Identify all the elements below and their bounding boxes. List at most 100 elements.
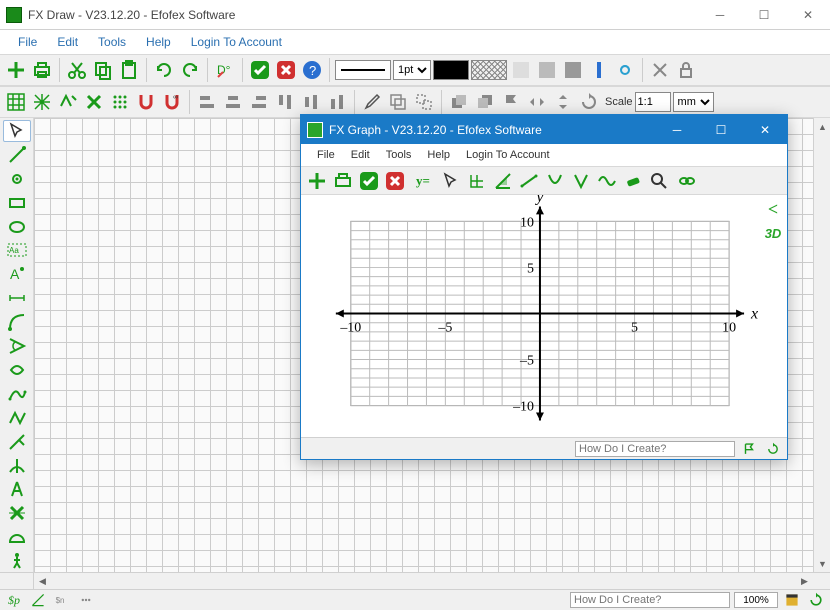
delete-x-icon[interactable] xyxy=(82,90,106,114)
child-accept-icon[interactable] xyxy=(357,169,381,193)
h-scroll-left[interactable]: ◀ xyxy=(34,573,51,590)
paste-icon[interactable] xyxy=(117,58,141,82)
compass-tool[interactable] xyxy=(3,478,31,500)
parabola-icon[interactable] xyxy=(543,169,567,193)
circle-tool[interactable] xyxy=(3,216,31,238)
brush-icon[interactable] xyxy=(360,90,384,114)
alpha1-icon[interactable] xyxy=(509,58,533,82)
child-search-input[interactable] xyxy=(575,441,735,457)
undo-icon[interactable] xyxy=(152,58,176,82)
link-icon[interactable] xyxy=(613,58,637,82)
arc-tool[interactable] xyxy=(3,311,31,333)
menu-file[interactable]: File xyxy=(8,32,47,52)
help-icon[interactable]: ? xyxy=(300,58,324,82)
child-menu-help[interactable]: Help xyxy=(419,147,458,163)
menu-tools[interactable]: Tools xyxy=(88,32,136,52)
magnet-inf-icon[interactable]: ∞ xyxy=(160,90,184,114)
scissors-tool[interactable] xyxy=(3,431,31,453)
rect-tool[interactable] xyxy=(3,192,31,214)
menu-help[interactable]: Help xyxy=(136,32,181,52)
snap-icon[interactable] xyxy=(30,90,54,114)
magnet-icon[interactable] xyxy=(134,90,158,114)
menu-login[interactable]: Login To Account xyxy=(181,32,292,52)
mask-icon[interactable] xyxy=(675,169,699,193)
line-graph-icon[interactable] xyxy=(517,169,541,193)
curve-tool[interactable] xyxy=(3,383,31,405)
status-dots[interactable] xyxy=(76,591,96,609)
align-bottom-icon[interactable] xyxy=(325,90,349,114)
scissors-icon[interactable] xyxy=(648,58,672,82)
align-middle-icon[interactable] xyxy=(299,90,323,114)
redo-icon[interactable] xyxy=(178,58,202,82)
point-tool[interactable] xyxy=(3,168,31,190)
color-picker[interactable] xyxy=(433,60,469,80)
annotate-icon[interactable] xyxy=(56,90,80,114)
angle-tool[interactable] xyxy=(3,335,31,357)
flip-v-icon[interactable] xyxy=(551,90,575,114)
child-maximize-button[interactable]: ☐ xyxy=(699,116,743,144)
cross-tool[interactable] xyxy=(3,502,31,524)
status-axis-1[interactable] xyxy=(28,591,48,609)
graph-area[interactable]: –10–5510–10–5510xy xyxy=(301,195,759,437)
shape-tool[interactable] xyxy=(3,359,31,381)
maximize-button[interactable]: ☐ xyxy=(742,1,786,29)
pointer-tool[interactable] xyxy=(3,120,31,142)
grid-icon[interactable] xyxy=(4,90,28,114)
child-menu-login[interactable]: Login To Account xyxy=(458,147,558,163)
child-menu-tools[interactable]: Tools xyxy=(378,147,420,163)
zoom-display[interactable]: 100% xyxy=(734,592,778,608)
lock-icon[interactable] xyxy=(674,58,698,82)
measure-tool[interactable] xyxy=(3,287,31,309)
h-scroll-right[interactable]: ▶ xyxy=(796,573,813,590)
dots-icon[interactable] xyxy=(108,90,132,114)
child-flag-icon[interactable] xyxy=(739,440,759,458)
protractor-tool[interactable] xyxy=(3,526,31,548)
canvas[interactable]: FX Graph - V23.12.20 - Efofex Software ─… xyxy=(34,118,813,572)
line-style-select[interactable] xyxy=(335,60,391,80)
bring-front-icon[interactable] xyxy=(447,90,471,114)
integral-icon[interactable] xyxy=(491,169,515,193)
close-button[interactable]: ✕ xyxy=(786,1,830,29)
alpha2-icon[interactable] xyxy=(535,58,559,82)
status-page-icon[interactable] xyxy=(782,591,802,609)
menu-edit[interactable]: Edit xyxy=(47,32,88,52)
fill-pattern-picker[interactable] xyxy=(471,60,507,80)
accept-icon[interactable] xyxy=(248,58,272,82)
child-minimize-button[interactable]: ─ xyxy=(655,116,699,144)
main-search-input[interactable] xyxy=(570,592,730,608)
status-axis-2[interactable]: $n xyxy=(52,591,72,609)
color-bar-icon[interactable] xyxy=(587,58,611,82)
sine-icon[interactable] xyxy=(595,169,619,193)
new-icon[interactable] xyxy=(4,58,28,82)
ungroup-icon[interactable] xyxy=(412,90,436,114)
v-scrollbar[interactable]: ▲▼ xyxy=(813,118,830,572)
eraser-icon[interactable] xyxy=(621,169,645,193)
abs-icon[interactable] xyxy=(569,169,593,193)
reject-icon[interactable] xyxy=(274,58,298,82)
minimize-button[interactable]: ─ xyxy=(698,1,742,29)
child-print-icon[interactable] xyxy=(331,169,355,193)
unit-select[interactable]: mm xyxy=(673,92,714,112)
line-tool[interactable] xyxy=(3,144,31,166)
child-close-button[interactable]: ✕ xyxy=(743,116,787,144)
axes-setup-icon[interactable] xyxy=(465,169,489,193)
cut-icon[interactable] xyxy=(65,58,89,82)
3d-tool[interactable]: 3D xyxy=(765,226,782,241)
less-than-tool[interactable]: < xyxy=(768,199,778,220)
flag-icon[interactable] xyxy=(499,90,523,114)
align-top-icon[interactable] xyxy=(273,90,297,114)
y-equals-icon[interactable]: y= xyxy=(411,169,435,193)
text-tool[interactable]: A xyxy=(3,263,31,285)
status-dollar-p[interactable]: $p xyxy=(4,591,24,609)
child-menu-edit[interactable]: Edit xyxy=(343,147,378,163)
align-right-icon[interactable] xyxy=(247,90,271,114)
align-left-icon[interactable] xyxy=(195,90,219,114)
child-pointer-icon[interactable] xyxy=(439,169,463,193)
child-titlebar[interactable]: FX Graph - V23.12.20 - Efofex Software ─… xyxy=(301,115,787,144)
h-scrollbar[interactable] xyxy=(51,573,796,589)
child-reject-icon[interactable] xyxy=(383,169,407,193)
walk-tool[interactable] xyxy=(3,550,31,572)
flip-h-icon[interactable] xyxy=(525,90,549,114)
align-center-h-icon[interactable] xyxy=(221,90,245,114)
copy-icon[interactable] xyxy=(91,58,115,82)
